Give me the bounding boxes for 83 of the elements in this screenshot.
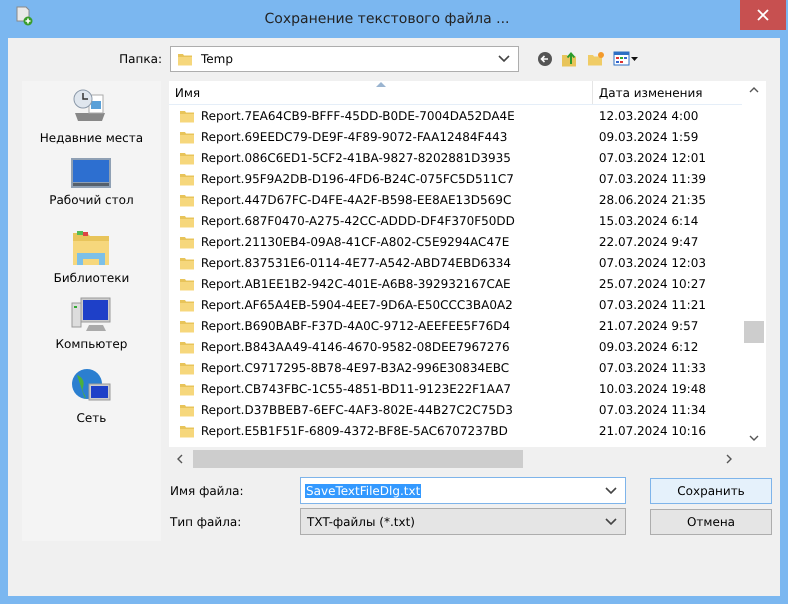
close-icon [757, 9, 769, 21]
sidebar-item[interactable]: Сеть [71, 367, 112, 437]
date-cell-text: 09.03.2024 6:12 [598, 338, 698, 356]
date-cell-text: 09.03.2024 1:59 [598, 128, 698, 146]
file-name-cell[interactable]: Report.CB743FBC-1C55-4851-BD11-9123E22F1AA7 [168, 380, 593, 398]
file-name: Report.B843AA49-4146-4670-9582-08DEE7967276 [200, 338, 510, 356]
back-icon[interactable] [537, 51, 553, 67]
file-name-cell[interactable]: Report.21130EB4-09A8-41CF-A802-C5E9294AC47E [168, 232, 593, 250]
date-cell-text: 12.03.2024 4:00 [598, 108, 698, 124]
cancel-button[interactable]: Отмена [650, 508, 772, 534]
view-menu-icon[interactable] [613, 51, 639, 67]
file-name-cell[interactable]: Report.7EA64CB9-BFFF-45DD-B0DE-7004DA52DA4E [168, 106, 593, 124]
date-cell-text: 25.07.2024 10:27 [598, 276, 706, 292]
file-name-cell[interactable]: Report.837531E6-0114-4E77-A542-ABD74EBD6334 [168, 254, 593, 272]
file-name: Report.837531E6-0114-4E77-A542-ABD74EBD6334 [200, 254, 511, 272]
sidebar-item[interactable]: Компьютер [55, 297, 128, 367]
scroll-right-icon[interactable] [726, 454, 732, 464]
file-name: Report.B690BABF-F37D-4A0C-9712-AEEFEE5F76D4 [200, 318, 510, 334]
file-type-label: Тип файла: [170, 514, 242, 530]
folder-up-icon[interactable] [561, 50, 579, 68]
file-name-cell[interactable]: Report.95F9A2DB-D196-4FD6-B24C-075FC5D511C7 [168, 170, 593, 188]
sidebar-item[interactable]: Недавние места [40, 87, 144, 157]
file-name: Report.69EEDC79-DE9F-4F89-9072-FAA12484F443 [200, 128, 508, 146]
caret-icon [605, 486, 617, 494]
date-cell-text: 10.03.2024 19:48 [598, 380, 706, 398]
file-name: Report.C9717295-8B78-4E97-B3A2-996E30834EBC [200, 360, 510, 376]
file-name: Report.AF65A4EB-5904-4EE7-9D6A-E50CCC3BA0A2 [200, 296, 513, 314]
file-name-value: SaveTextFileDlg.txt [305, 484, 422, 498]
folder-combo[interactable]: Temp [170, 46, 519, 72]
save-button[interactable]: Сохранить [650, 478, 772, 504]
file-type-value: TXT-файлы (*.txt) [307, 514, 416, 530]
date-cell-text: 07.03.2024 12:01 [598, 150, 706, 166]
file-name: Report.D37BBEB7-6EFC-4AF3-802E-44B27C2C75D3 [200, 402, 513, 418]
date-cell-text: 21.07.2024 9:57 [598, 318, 698, 334]
scroll-down-icon[interactable] [749, 435, 759, 441]
scroll-left-icon[interactable] [176, 454, 183, 464]
file-name-cell[interactable]: Report.E5B1F51F-6809-4372-BF8E-5AC6707237BD [168, 422, 593, 440]
scroll-thumb[interactable] [192, 450, 523, 468]
date-cell-text: 07.03.2024 12:03 [598, 254, 706, 272]
date-cell-text: 07.03.2024 11:33 [598, 360, 706, 376]
file-name: Report.E5B1F51F-6809-4372-BF8E-5AC6707237BD [200, 422, 508, 440]
sidebar-item[interactable]: Библиотеки [54, 227, 130, 297]
file-name-cell[interactable]: Report.086C6ED1-5CF2-41BA-9827-8202881D3935 [168, 148, 593, 166]
file-name: Report.CB743FBC-1C55-4851-BD11-9123E22F1AA7 [200, 380, 512, 398]
close-button[interactable] [740, 0, 786, 30]
date-cell-text: 15.03.2024 6:14 [598, 212, 698, 230]
column-header[interactable]: Дата изменения [592, 81, 742, 104]
date-cell-text: 07.03.2024 11:39 [598, 170, 706, 188]
computer-icon [71, 297, 112, 333]
scroll-up-icon[interactable] [749, 87, 759, 93]
sidebar-item[interactable]: Рабочий стол [49, 157, 134, 227]
date-cell-text: 22.07.2024 9:47 [598, 234, 698, 250]
folder-icon [177, 51, 193, 67]
file-name: Report.086C6ED1-5CF2-41BA-9827-8202881D3935 [200, 150, 511, 166]
file-name: Report.95F9A2DB-D196-4FD6-B24C-075FC5D511C7 [200, 170, 514, 188]
file-name-cell[interactable]: Report.69EEDC79-DE9F-4F89-9072-FAA12484F443 [168, 128, 593, 146]
date-cell-text: 21.07.2024 10:16 [598, 422, 706, 440]
file-name: Report.7EA64CB9-BFFF-45DD-B0DE-7004DA52DA4E [200, 108, 515, 124]
date-cell-text: 07.03.2024 11:21 [598, 296, 706, 314]
file-name-cell[interactable]: Report.687F0470-A275-42CC-ADDD-DF4F370F50DD [168, 212, 593, 230]
folder-label: Папка: [118, 51, 163, 68]
app-icon [14, 5, 34, 27]
file-name-cell[interactable]: Report.D37BBEB7-6EFC-4AF3-802E-44B27C2C75D3 [168, 400, 593, 418]
desktop-icon [70, 157, 112, 189]
caret-icon [498, 55, 510, 63]
scroll-thumb[interactable] [744, 321, 764, 343]
file-name-label: Имя файла: [170, 482, 245, 500]
file-name-cell[interactable]: Report.B843AA49-4146-4670-9582-08DEE7967276 [168, 338, 593, 356]
date-cell-text: 28.06.2024 21:35 [598, 192, 706, 208]
file-name-cell[interactable]: Report.AB1EE1B2-942C-401E-A6B8-392932167CAE [168, 274, 593, 292]
file-name-cell[interactable]: Report.B690BABF-F37D-4A0C-9712-AEEFEE5F76D4 [168, 316, 593, 334]
file-name: Report.447D67FC-D4FE-4A2F-B598-EE8AE13D569C [200, 192, 512, 208]
file-name: Report.687F0470-A275-42CC-ADDD-DF4F370F50DD [200, 212, 515, 230]
file-type-dropdown[interactable]: TXT-файлы (*.txt) [300, 508, 626, 535]
caret-icon [605, 518, 617, 526]
file-name-cell[interactable]: Report.C9717295-8B78-4E97-B3A2-996E30834EBC [168, 358, 593, 376]
date-cell-text: 07.03.2024 11:34 [598, 402, 706, 418]
file-name: Report.21130EB4-09A8-41CF-A802-C5E9294AC47E [200, 234, 510, 250]
folder-value: Temp [201, 51, 234, 68]
window-title: Сохранение текстового файла ... [264, 10, 510, 28]
file-name-cell[interactable]: Report.AF65A4EB-5904-4EE7-9D6A-E50CCC3BA0A2 [168, 296, 593, 314]
file-name-cell[interactable]: Report.447D67FC-D4FE-4A2F-B598-EE8AE13D569C [168, 190, 593, 208]
file-name: Report.AB1EE1B2-942C-401E-A6B8-392932167CAE [200, 276, 511, 292]
